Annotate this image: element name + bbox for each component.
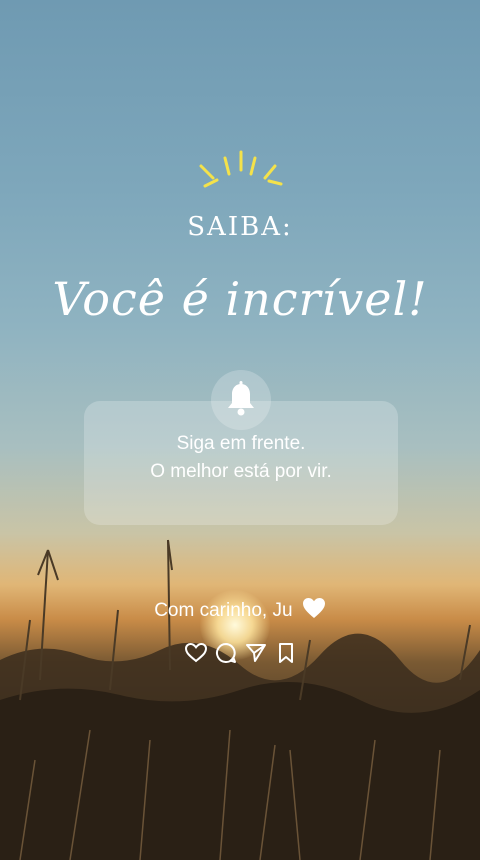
send-icon[interactable] bbox=[244, 641, 268, 665]
action-bar bbox=[184, 640, 304, 666]
signature-text: Com carinho, Ju bbox=[154, 600, 293, 621]
sun-rays-icon bbox=[199, 150, 283, 188]
headline-text: Você é incrível! bbox=[52, 272, 428, 326]
bell-icon bbox=[228, 381, 254, 416]
grass-silhouette bbox=[0, 539, 480, 860]
signature-line: Com carinho, Ju bbox=[0, 597, 480, 622]
bookmark-icon[interactable] bbox=[274, 641, 298, 665]
notification-message: Siga em frente. O melhor está por vir. bbox=[84, 430, 398, 486]
heart-icon[interactable] bbox=[184, 641, 208, 665]
white-heart-icon bbox=[302, 598, 325, 618]
notification-line-2: O melhor está por vir. bbox=[150, 461, 332, 482]
comment-icon[interactable] bbox=[214, 641, 238, 665]
kicker-text: SAIBA: bbox=[187, 212, 293, 242]
notification-line-1: Siga em frente. bbox=[176, 433, 306, 454]
